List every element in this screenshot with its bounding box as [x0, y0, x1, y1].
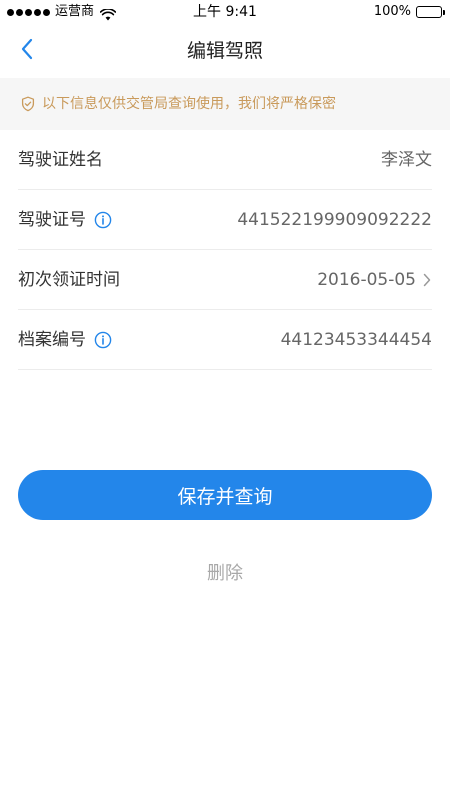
form-row-first-issue-date[interactable]: 初次领证时间 2016-05-05	[18, 250, 432, 310]
page-title: 编辑驾照	[186, 40, 263, 62]
delete-button[interactable]: 删除	[0, 562, 450, 586]
form-row-license-number[interactable]: 驾驶证号 441522199909092222	[18, 190, 432, 250]
field-label-name: 驾驶证姓名	[18, 149, 103, 170]
battery-icon	[416, 6, 445, 18]
notice-text: 以下信息仅供交管局查询使用，我们将严格保密	[42, 96, 336, 112]
field-label-license-number: 驾驶证号	[18, 209, 86, 230]
info-icon[interactable]	[94, 211, 112, 229]
row-label-wrap: 初次领证时间	[18, 269, 120, 291]
battery-percentage: 100%	[373, 4, 411, 19]
row-label-wrap: 驾驶证号	[18, 209, 112, 231]
field-value-name[interactable]: 李泽文	[381, 149, 432, 171]
save-and-query-button[interactable]: 保存并查询	[18, 470, 432, 520]
field-value-license-number[interactable]: 441522199909092222	[237, 209, 432, 231]
navigation-bar: 编辑驾照	[0, 26, 450, 78]
field-label-first-issue-date: 初次领证时间	[18, 269, 120, 290]
row-value-wrap: 441522199909092222	[237, 209, 432, 231]
status-bar: 运营商 上午 9:41 100%	[0, 0, 450, 26]
field-label-file-number: 档案编号	[18, 329, 86, 350]
row-label-wrap: 驾驶证姓名	[18, 149, 103, 171]
form-row-file-number[interactable]: 档案编号 44123453344454	[18, 310, 432, 370]
row-value-wrap: 2016-05-05	[317, 269, 432, 291]
privacy-notice: 以下信息仅供交管局查询使用，我们将严格保密	[0, 78, 450, 130]
chevron-right-icon	[422, 273, 432, 287]
info-icon[interactable]	[94, 331, 112, 349]
row-value-wrap: 44123453344454	[281, 329, 432, 351]
field-value-first-issue-date[interactable]: 2016-05-05	[317, 269, 416, 291]
license-form: 驾驶证姓名 李泽文 驾驶证号 441522199909092222 初次领证时间	[18, 130, 432, 370]
status-right: 100%	[373, 4, 445, 20]
field-value-file-number[interactable]: 44123453344454	[281, 329, 432, 351]
row-value-wrap: 李泽文	[381, 149, 432, 171]
shield-icon	[20, 96, 36, 112]
form-row-name[interactable]: 驾驶证姓名 李泽文	[18, 130, 432, 190]
row-label-wrap: 档案编号	[18, 329, 112, 351]
